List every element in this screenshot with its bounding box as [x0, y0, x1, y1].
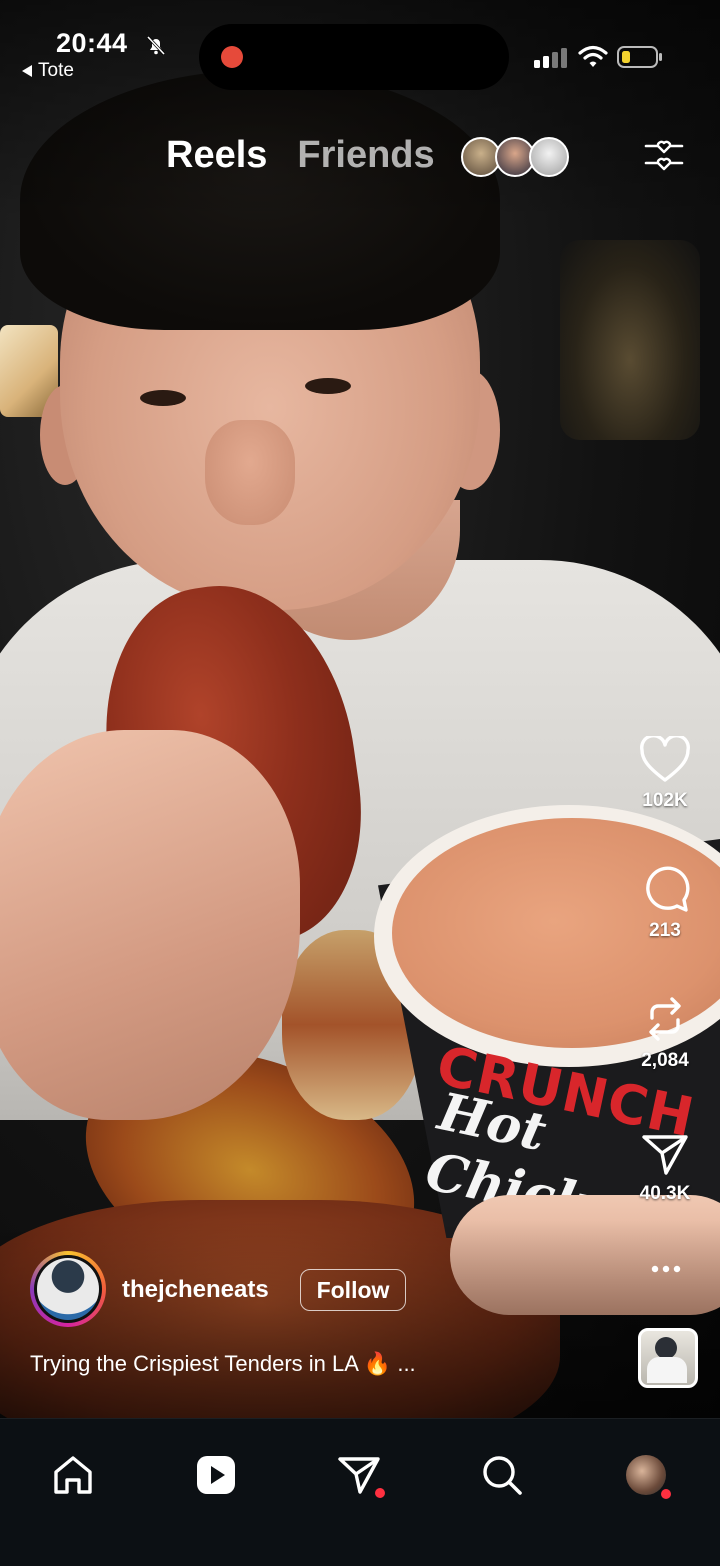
recording-indicator	[221, 46, 243, 68]
like-count: 102K	[642, 790, 688, 811]
dynamic-island	[199, 24, 509, 90]
audio-thumbnail-image	[655, 1337, 677, 1359]
search-icon	[483, 1456, 522, 1495]
wifi-icon	[578, 45, 608, 67]
tab-reels[interactable]: Reels	[166, 134, 267, 177]
share-action[interactable]: 40.3K	[612, 1131, 718, 1205]
comment-action[interactable]: 213	[612, 864, 718, 942]
nav-reels[interactable]	[186, 1445, 246, 1505]
nav-profile[interactable]	[616, 1445, 676, 1505]
audio-thumbnail[interactable]	[638, 1328, 698, 1388]
tab-friends[interactable]: Friends	[297, 134, 434, 177]
messages-notification-dot	[375, 1488, 385, 1498]
bottom-nav	[0, 1418, 720, 1566]
battery-icon	[617, 46, 662, 68]
send-icon	[642, 1135, 688, 1175]
sliders-heart-icon[interactable]	[642, 133, 686, 177]
comment-icon	[646, 866, 690, 912]
car-window	[560, 240, 700, 440]
back-arrow-icon	[22, 65, 32, 77]
share-count: 40.3K	[639, 1183, 691, 1204]
reels-icon	[197, 1456, 235, 1494]
reels-screen: CRUNCH Hot Chick 20:44 Tote Reels Friend…	[0, 0, 720, 1566]
audio-thumbnail-figure	[647, 1357, 687, 1383]
bell-slash-icon	[146, 35, 166, 56]
repost-count: 2,084	[641, 1050, 689, 1071]
nav-home[interactable]	[43, 1445, 103, 1505]
more-icon[interactable]	[651, 1264, 681, 1274]
like-action[interactable]: 102K	[612, 736, 718, 812]
back-app-label: Tote	[38, 60, 74, 81]
person-nose	[205, 420, 295, 525]
back-to-app[interactable]: Tote	[22, 60, 74, 82]
person-eye-left	[140, 390, 186, 406]
friend-avatars[interactable]	[461, 137, 569, 177]
repost-icon	[649, 997, 681, 1041]
author-username[interactable]: thejcheneats	[122, 1276, 269, 1304]
nav-search[interactable]	[472, 1445, 532, 1505]
avatar-image	[37, 1258, 99, 1320]
feed-tabs: Reels Friends	[166, 134, 435, 177]
reel-caption[interactable]: Trying the Crispiest Tenders in LA 🔥 ...	[30, 1351, 416, 1377]
reel-video[interactable]: CRUNCH Hot Chick	[0, 0, 720, 1418]
person-eye-right	[305, 378, 351, 394]
author-avatar-ring[interactable]	[30, 1251, 106, 1327]
heart-icon	[640, 736, 690, 782]
follow-button[interactable]: Follow	[300, 1269, 406, 1311]
repost-action[interactable]: 2,084	[612, 994, 718, 1072]
profile-avatar	[626, 1455, 666, 1495]
signal-icon	[534, 48, 567, 68]
home-icon	[54, 1456, 92, 1494]
nav-messages[interactable]	[329, 1445, 389, 1505]
comment-count: 213	[649, 920, 681, 941]
friend-avatar	[529, 137, 569, 177]
profile-notification-dot	[661, 1489, 671, 1499]
status-time: 20:44	[56, 28, 128, 58]
avatar	[34, 1255, 102, 1323]
bottom-gradient	[0, 1220, 720, 1418]
